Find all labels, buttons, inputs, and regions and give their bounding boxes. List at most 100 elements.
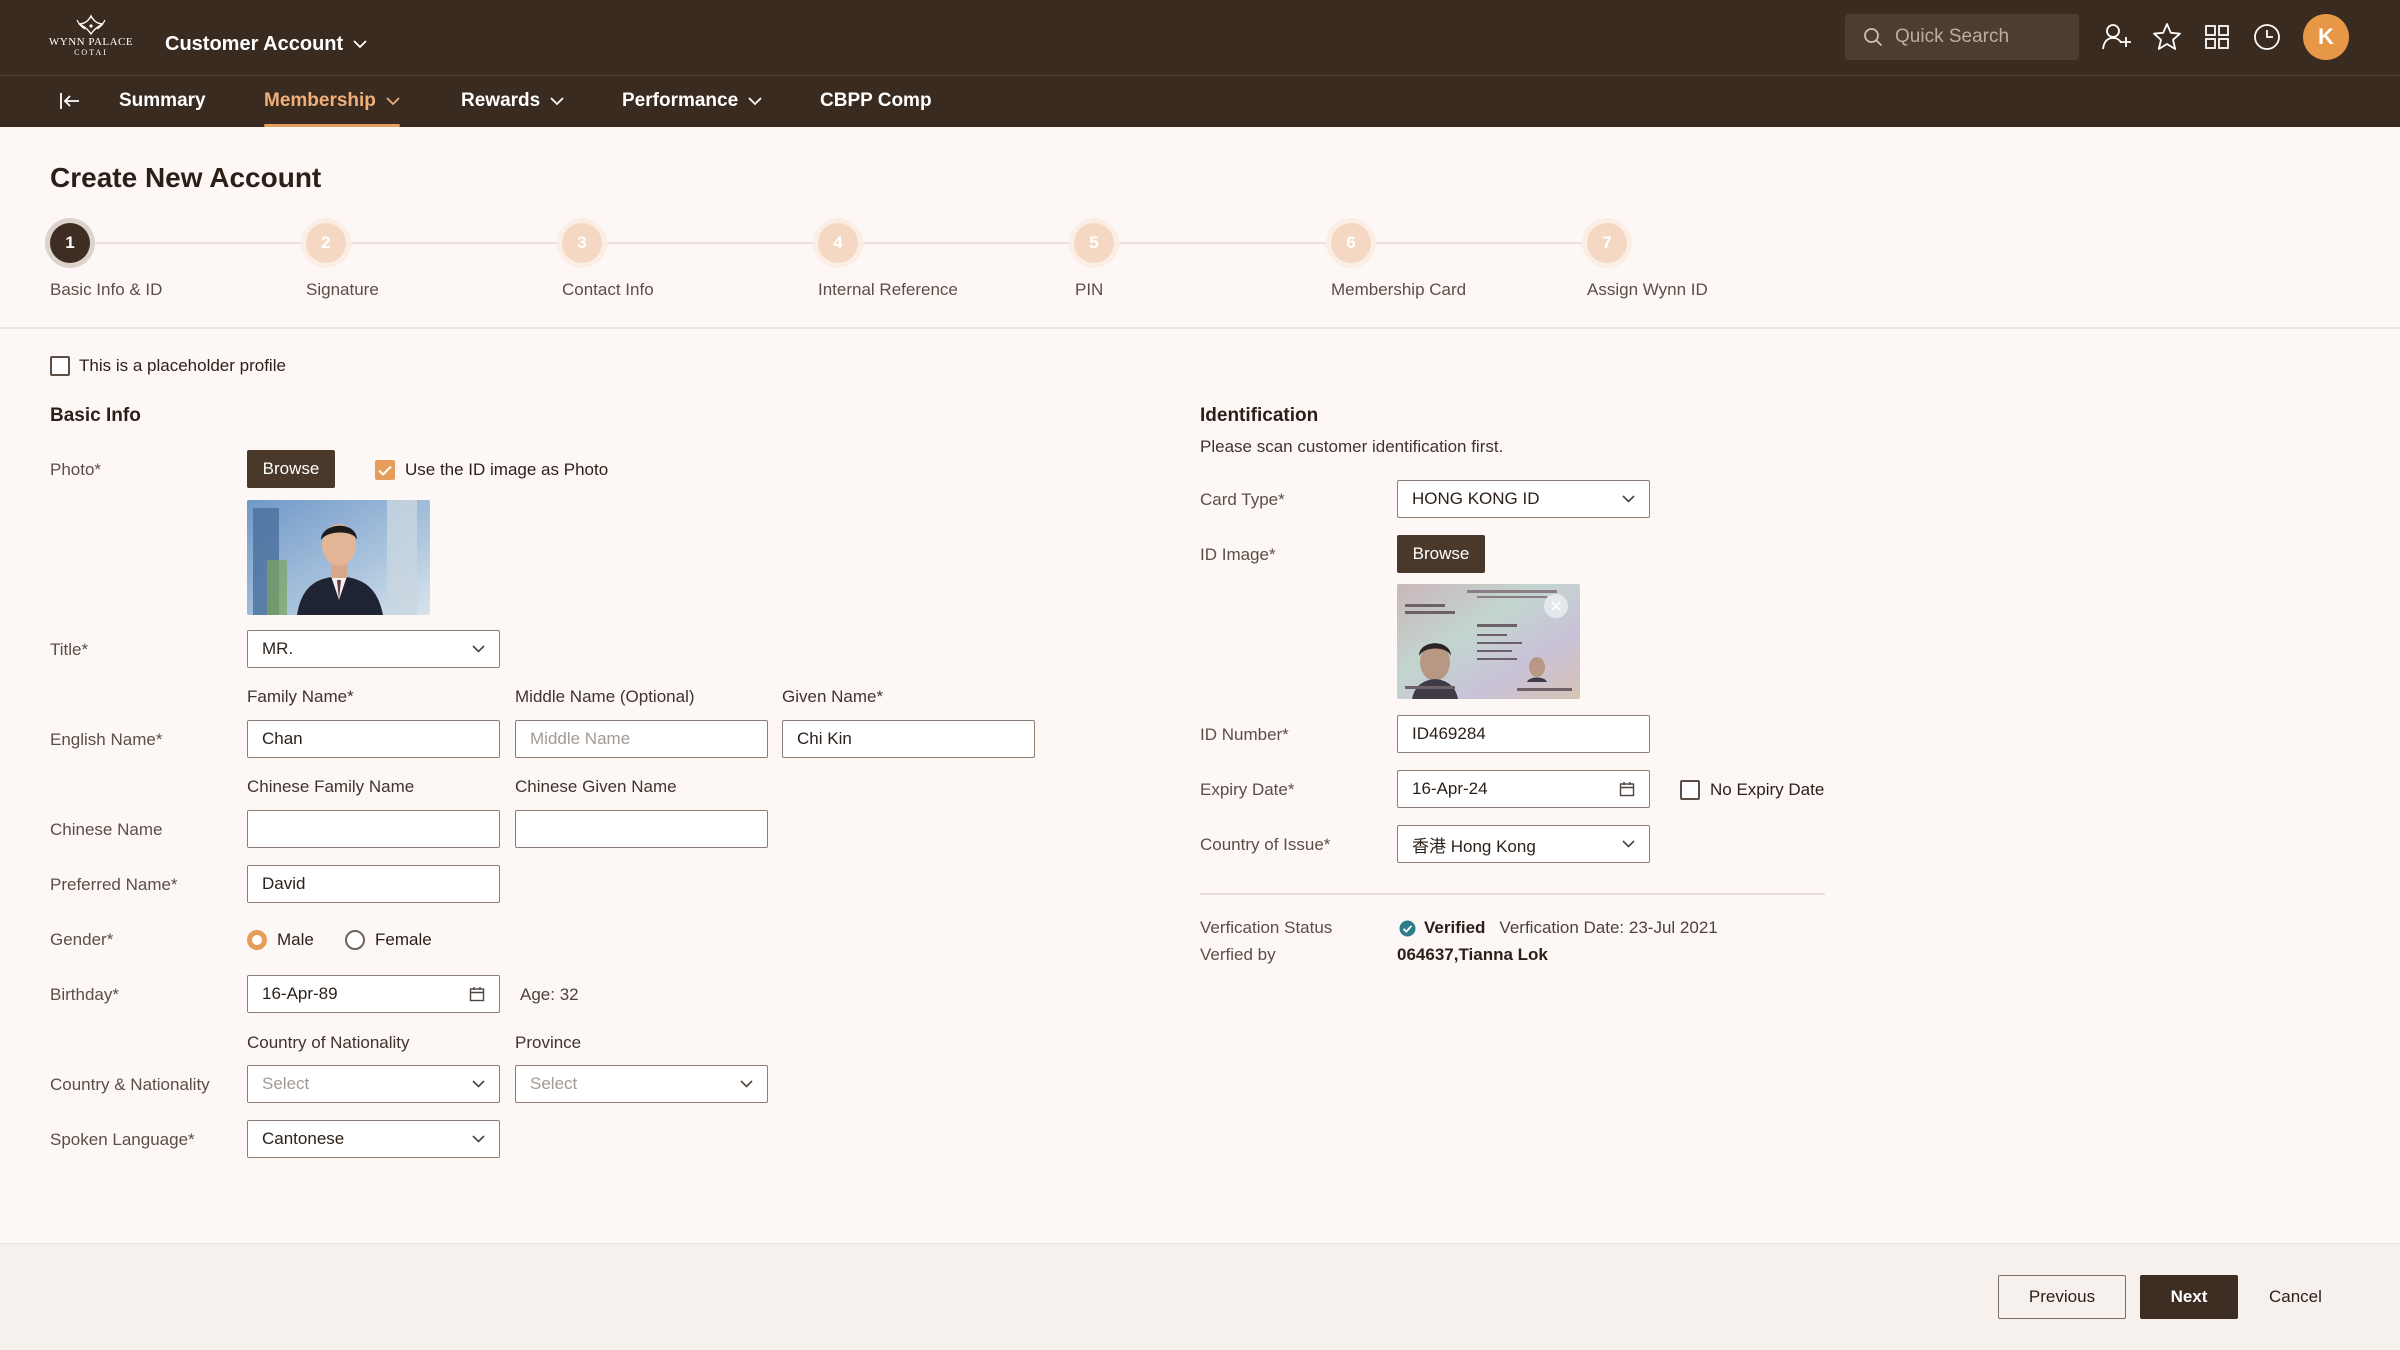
step-number: 4 bbox=[833, 233, 843, 252]
customer-account-menu[interactable]: Customer Account bbox=[165, 33, 367, 56]
step-5-indicator[interactable]: 5 bbox=[1074, 223, 1114, 263]
tab-cbpp-comp[interactable]: CBPP Comp bbox=[820, 88, 932, 114]
step-number: 5 bbox=[1089, 233, 1099, 252]
cancel-button[interactable]: Cancel bbox=[2269, 1275, 2322, 1319]
star-icon[interactable] bbox=[2149, 19, 2185, 55]
tab-summary-label: Summary bbox=[119, 90, 206, 111]
logo-subtitle: COTAI bbox=[74, 48, 108, 57]
chevron-down-icon bbox=[740, 1080, 753, 1088]
step-label-pin: PIN bbox=[1075, 280, 1104, 299]
step-3-indicator[interactable]: 3 bbox=[562, 223, 602, 263]
step-2-indicator[interactable]: 2 bbox=[306, 223, 346, 263]
middle-name-placeholder: Middle Name bbox=[530, 729, 631, 748]
birthday-value: 16-Apr-89 bbox=[262, 984, 338, 1003]
close-icon bbox=[1551, 601, 1561, 611]
title-value: MR. bbox=[262, 639, 294, 658]
spoken-language-value: Cantonese bbox=[262, 1129, 345, 1148]
next-button[interactable]: Next bbox=[2140, 1275, 2238, 1319]
family-name-label: Family Name* bbox=[247, 687, 354, 706]
chinese-given-name-input[interactable] bbox=[515, 810, 768, 848]
step-4-indicator[interactable]: 4 bbox=[818, 223, 858, 263]
id-number-input[interactable]: ID469284 bbox=[1397, 715, 1650, 753]
family-name-value: Chan bbox=[262, 729, 303, 748]
no-expiry-label: No Expiry Date bbox=[1710, 780, 1825, 799]
remove-id-image-button[interactable] bbox=[1544, 594, 1568, 618]
title-label: Title* bbox=[50, 640, 89, 659]
page-title: Create New Account bbox=[50, 162, 322, 193]
customer-account-label: Customer Account bbox=[165, 33, 344, 55]
preferred-name-value: David bbox=[262, 874, 306, 893]
step-1-indicator[interactable]: 1 bbox=[50, 223, 90, 263]
use-id-image-checkbox[interactable] bbox=[375, 460, 395, 480]
nationality-select[interactable]: Select bbox=[247, 1065, 500, 1103]
step-label-basic-info: Basic Info & ID bbox=[50, 280, 163, 299]
chinese-family-name-input[interactable] bbox=[247, 810, 500, 848]
basic-info-heading: Basic Info bbox=[50, 405, 141, 426]
user-avatar[interactable]: K bbox=[2303, 14, 2349, 60]
id-number-value: ID469284 bbox=[1412, 724, 1486, 743]
previous-button[interactable]: Previous bbox=[1998, 1275, 2126, 1319]
history-clock-icon[interactable] bbox=[2249, 19, 2285, 55]
tab-rewards[interactable]: Rewards bbox=[461, 88, 564, 114]
province-select[interactable]: Select bbox=[515, 1065, 768, 1103]
step-7-indicator[interactable]: 7 bbox=[1587, 223, 1627, 263]
family-name-input[interactable]: Chan bbox=[247, 720, 500, 758]
verification-status-label: Verfication Status bbox=[1200, 918, 1333, 937]
title-select[interactable]: MR. bbox=[247, 630, 500, 668]
preferred-name-input[interactable]: David bbox=[247, 865, 500, 903]
photo-browse-button[interactable]: Browse bbox=[247, 450, 335, 488]
verified-text: Verified bbox=[1424, 918, 1486, 937]
nationality-placeholder: Select bbox=[262, 1074, 310, 1093]
chinese-given-name-label: Chinese Given Name bbox=[515, 777, 677, 796]
given-name-input[interactable]: Chi Kin bbox=[782, 720, 1035, 758]
step-number: 7 bbox=[1602, 233, 1612, 252]
nationality-label: Country of Nationality bbox=[247, 1033, 410, 1052]
step-6-indicator[interactable]: 6 bbox=[1331, 223, 1371, 263]
verified-check-icon bbox=[1399, 920, 1416, 936]
expiry-date-label: Expiry Date* bbox=[1200, 780, 1295, 799]
chinese-name-label: Chinese Name bbox=[50, 820, 163, 839]
no-expiry-checkbox[interactable] bbox=[1680, 780, 1700, 800]
middle-name-input[interactable]: Middle Name bbox=[515, 720, 768, 758]
verification-date: Verfication Date: 23-Jul 2021 bbox=[1499, 918, 1718, 937]
placeholder-profile-checkbox[interactable] bbox=[50, 356, 70, 376]
gender-male-label: Male bbox=[277, 930, 314, 949]
province-placeholder: Select bbox=[530, 1074, 578, 1093]
tab-rewards-label: Rewards bbox=[461, 90, 541, 111]
expiry-date-picker[interactable]: 16-Apr-24 bbox=[1397, 770, 1650, 808]
spoken-language-select[interactable]: Cantonese bbox=[247, 1120, 500, 1158]
verification-status: Verified Verfication Date: 23-Jul 2021 bbox=[1399, 918, 1718, 938]
age-display: Age: 32 bbox=[520, 985, 579, 1004]
chevron-down-icon bbox=[748, 96, 762, 105]
photo-label: Photo* bbox=[50, 460, 102, 479]
birthday-date-picker[interactable]: 16-Apr-89 bbox=[247, 975, 500, 1013]
logo-crest-icon bbox=[76, 14, 106, 36]
search-input[interactable] bbox=[1895, 26, 2065, 48]
id-image-browse-button[interactable]: Browse bbox=[1397, 535, 1485, 573]
verified-by-value: 064637,Tianna Lok bbox=[1397, 945, 1548, 964]
add-user-icon[interactable] bbox=[2099, 19, 2135, 55]
card-type-select[interactable]: HONG KONG ID bbox=[1397, 480, 1650, 518]
gender-male-radio[interactable] bbox=[247, 930, 267, 950]
quick-search[interactable] bbox=[1845, 14, 2079, 60]
gender-female-radio[interactable] bbox=[345, 930, 365, 950]
verified-by-label: Verfied by bbox=[1200, 945, 1276, 964]
tab-performance[interactable]: Performance bbox=[622, 88, 762, 114]
tab-summary[interactable]: Summary bbox=[119, 88, 206, 114]
chevron-down-icon bbox=[1622, 495, 1635, 503]
apps-grid-icon[interactable] bbox=[2199, 19, 2235, 55]
collapse-back-button[interactable] bbox=[55, 88, 85, 114]
tab-membership[interactable]: Membership bbox=[264, 88, 400, 114]
country-of-issue-select[interactable]: 香港 Hong Kong bbox=[1397, 825, 1650, 863]
wynn-palace-logo[interactable]: WYNN PALACE COTAI bbox=[46, 14, 136, 62]
country-of-issue-label: Country of Issue* bbox=[1200, 835, 1331, 854]
given-name-value: Chi Kin bbox=[797, 729, 852, 748]
given-name-label: Given Name* bbox=[782, 687, 884, 706]
step-label-signature: Signature bbox=[306, 280, 379, 299]
placeholder-profile-label: This is a placeholder profile bbox=[79, 356, 286, 375]
chevron-down-icon bbox=[353, 40, 367, 49]
chevron-down-icon bbox=[472, 1135, 485, 1143]
id-number-label: ID Number* bbox=[1200, 725, 1289, 744]
chevron-down-icon bbox=[550, 96, 564, 105]
step-number: 1 bbox=[65, 233, 75, 252]
